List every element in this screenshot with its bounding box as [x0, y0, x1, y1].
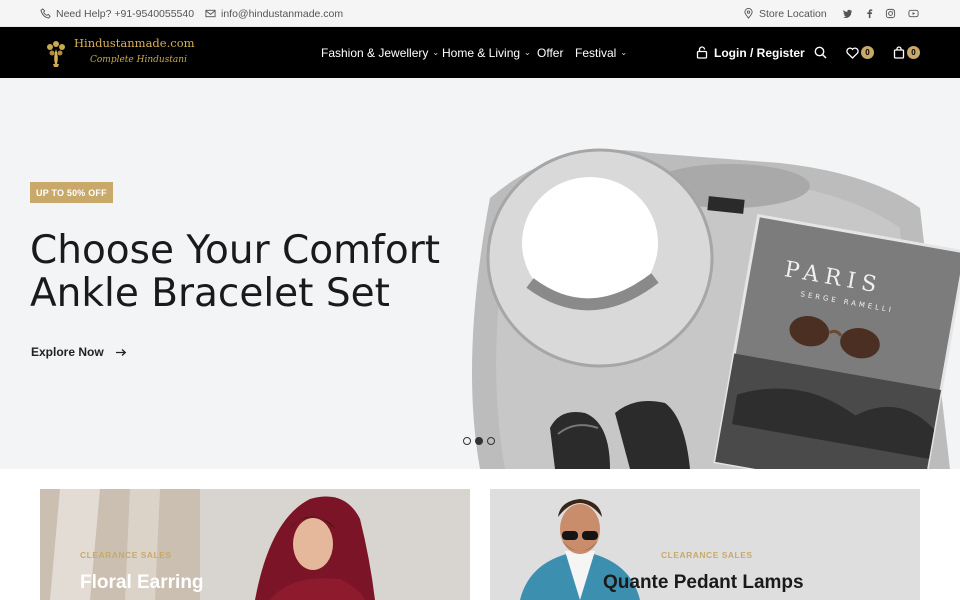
nav-fashion-jewellery[interactable]: Fashion & Jewellery ⌄ — [321, 27, 439, 78]
store-text: Store Location — [759, 7, 827, 20]
mail-icon — [205, 9, 216, 18]
twitter-link[interactable] — [842, 0, 853, 27]
shopping-bag-icon — [893, 46, 905, 59]
logo-name: Hindustanmade.com — [74, 36, 195, 50]
promo-card-pedant-lamps[interactable]: CLEARANCE SALES Quante Pedant Lamps — [490, 489, 920, 600]
instagram-icon — [885, 8, 896, 19]
wishlist-button[interactable]: 0 — [846, 27, 874, 78]
heart-icon — [846, 46, 859, 59]
slider-dot-2[interactable] — [475, 437, 483, 445]
login-label: Login / Register — [714, 45, 805, 60]
nav-label: Home & Living — [442, 45, 521, 60]
facebook-icon — [867, 9, 873, 19]
email-link[interactable]: info@hindustanmade.com — [205, 0, 343, 27]
wishlist-count-badge: 0 — [861, 46, 874, 59]
hero-slider: PARIS SERGE RAMELLI UP TO 50% OFF Choose… — [0, 78, 960, 469]
help-line[interactable]: Need Help? +91-9540055540 — [40, 0, 194, 27]
explore-label: Explore Now — [31, 345, 104, 359]
hero-title-line-1: Choose Your Comfort — [30, 228, 441, 273]
chevron-down-icon: ⌄ — [432, 48, 440, 57]
phone-icon — [40, 8, 51, 19]
search-button[interactable] — [814, 27, 827, 78]
nav-festival[interactable]: Festival ⌄ — [575, 27, 627, 78]
lock-icon — [696, 46, 708, 59]
nav-home-living[interactable]: Home & Living ⌄ — [442, 27, 531, 78]
facebook-link[interactable] — [864, 0, 875, 27]
promo-title: Floral Earring — [80, 572, 204, 593]
hero-product-image: PARIS SERGE RAMELLI — [472, 148, 960, 469]
slider-pagination — [463, 437, 495, 445]
promo-subtitle: CLEARANCE SALES — [661, 550, 753, 560]
nav-offer[interactable]: Offer — [537, 27, 563, 78]
promo-card-floral-earring[interactable]: CLEARANCE SALES Floral Earring — [40, 489, 470, 600]
discount-badge: UP TO 50% OFF — [30, 182, 113, 203]
nav-label: Fashion & Jewellery — [321, 45, 429, 60]
email-text: info@hindustanmade.com — [221, 7, 344, 20]
help-text: Need Help? +91-9540055540 — [56, 7, 195, 20]
chevron-down-icon: ⌄ — [620, 48, 628, 57]
cart-button[interactable]: 0 — [893, 27, 920, 78]
chevron-down-icon: ⌄ — [524, 48, 531, 57]
explore-now-button[interactable]: Explore Now — [31, 345, 127, 359]
twitter-icon — [842, 9, 853, 19]
instagram-link[interactable] — [885, 0, 896, 27]
promo-title: Quante Pedant Lamps — [603, 572, 804, 593]
peacock-logo-icon — [47, 41, 65, 67]
login-register-link[interactable]: Login / Register — [696, 27, 805, 78]
top-bar: Need Help? +91-9540055540 info@hindustan… — [0, 0, 960, 27]
youtube-link[interactable] — [908, 0, 919, 27]
logo-tagline: Complete Hindustani — [90, 55, 187, 65]
search-icon — [814, 46, 827, 59]
hero-title: Choose Your Comfort Ankle Bracelet Set — [30, 229, 480, 315]
nav-label: Festival — [575, 45, 617, 60]
main-header: Hindustanmade.com Complete Hindustani Fa… — [0, 27, 960, 78]
arrow-right-icon — [115, 348, 126, 356]
slider-dot-3[interactable] — [487, 437, 495, 445]
slider-dot-1[interactable] — [463, 437, 471, 445]
site-logo[interactable]: Hindustanmade.com Complete Hindustani — [42, 35, 195, 71]
store-location-link[interactable]: Store Location — [743, 0, 827, 27]
map-pin-icon — [744, 8, 753, 19]
nav-label: Offer — [537, 45, 564, 60]
cart-count-badge: 0 — [907, 46, 920, 59]
youtube-icon — [908, 9, 919, 18]
hero-title-line-2: Ankle Bracelet Set — [30, 271, 390, 316]
promo-subtitle: CLEARANCE SALES — [80, 550, 172, 560]
